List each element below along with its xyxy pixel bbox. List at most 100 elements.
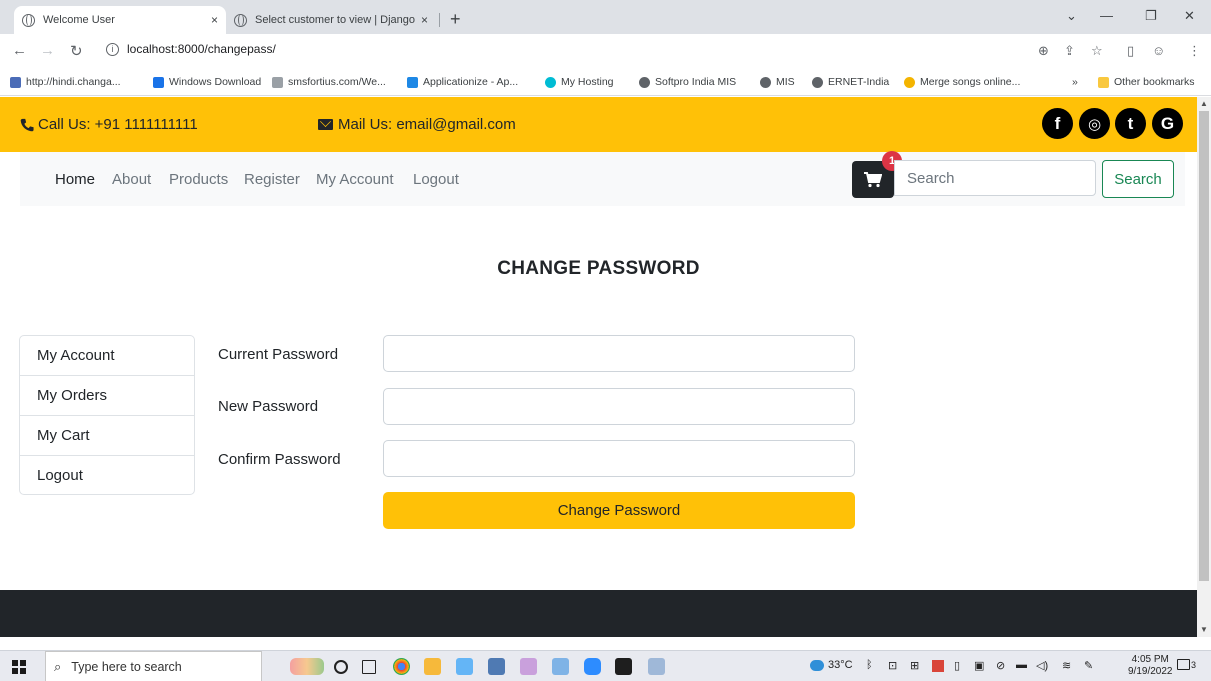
change-password-button[interactable]: Change Password [383, 492, 855, 529]
bookmark-icon [760, 76, 771, 88]
close-tab-icon[interactable]: × [211, 13, 218, 27]
side-item-my-orders[interactable]: My Orders [20, 376, 194, 416]
info-icon[interactable]: i [106, 42, 119, 56]
facebook-icon[interactable]: f [1042, 108, 1073, 139]
minimize-icon[interactable]: — [1100, 8, 1113, 23]
bookmarks-overflow[interactable]: » [1072, 76, 1078, 88]
notification-icon [1177, 659, 1190, 670]
forward-icon[interactable]: → [40, 42, 55, 59]
page-scrollbar[interactable]: ▲ ▼ [1197, 97, 1211, 637]
close-window-icon[interactable]: ✕ [1184, 8, 1195, 24]
new-password-label: New Password [218, 398, 319, 415]
side-item-my-account[interactable]: My Account [20, 336, 194, 376]
tray-app-icon[interactable]: ▣ [974, 659, 984, 672]
bookmark-star-icon[interactable]: ☆ [1091, 43, 1103, 59]
taskbar-search[interactable]: ⌕ Type here to search [45, 651, 262, 681]
search-button[interactable]: Search [1102, 160, 1174, 198]
app-icon[interactable] [552, 658, 569, 675]
notification-center[interactable]: 3 [1177, 659, 1196, 670]
contact-strip: Call Us: +91 1111111111 Mail Us: email@g… [0, 97, 1197, 152]
bluetooth-icon[interactable]: ᛒ [866, 659, 873, 671]
weather-widget[interactable]: 33°C [810, 659, 853, 671]
file-explorer-icon[interactable] [424, 658, 441, 675]
maximize-icon[interactable]: ❐ [1145, 8, 1157, 24]
bookmark-item[interactable]: Windows Download [153, 76, 261, 88]
scroll-up-icon[interactable]: ▲ [1200, 99, 1208, 108]
tray-app-icon[interactable]: ⊡ [888, 659, 897, 672]
tray-app-icon[interactable]: ⊘ [996, 659, 1005, 672]
profile-icon[interactable]: ☺ [1152, 43, 1165, 58]
side-item-my-cart[interactable]: My Cart [20, 416, 194, 456]
close-tab-icon[interactable]: × [421, 13, 428, 27]
app-icon[interactable] [456, 658, 473, 675]
battery-icon[interactable]: ▬ [1016, 659, 1027, 671]
volume-icon[interactable]: ◁) [1036, 659, 1048, 672]
current-password-field[interactable] [383, 335, 855, 372]
back-icon[interactable]: ← [12, 42, 27, 59]
confirm-password-label: Confirm Password [218, 451, 341, 468]
nav-my-account[interactable]: My Account [316, 171, 394, 188]
tray-app-icon[interactable]: ▯ [954, 659, 960, 672]
paint-icon[interactable] [520, 658, 537, 675]
side-panel-icon[interactable]: ▯ [1127, 43, 1134, 59]
bookmark-icon [904, 76, 915, 88]
phone-icon [20, 118, 34, 131]
mail-text: Mail Us: email@gmail.com [338, 116, 516, 133]
instagram-icon[interactable]: ◎ [1079, 108, 1110, 139]
ink-workspace-icon[interactable]: ✎ [1084, 659, 1093, 672]
nav-home[interactable]: Home [55, 171, 95, 188]
pycharm-icon[interactable] [615, 658, 632, 675]
bookmark-item[interactable]: Applicationize - Ap... [407, 76, 518, 88]
windows-start-icon[interactable] [12, 660, 26, 674]
search-input[interactable] [894, 160, 1096, 196]
side-item-logout[interactable]: Logout [20, 456, 194, 496]
tray-app-icon[interactable] [932, 660, 944, 672]
new-password-field[interactable] [383, 388, 855, 425]
nav-products[interactable]: Products [169, 171, 228, 188]
bookmark-icon [272, 76, 283, 88]
bookmark-item[interactable]: Softpro India MIS [639, 76, 736, 88]
confirm-password-field[interactable] [383, 440, 855, 477]
new-tab-button[interactable]: + [450, 9, 461, 30]
zoom-app-icon[interactable] [584, 658, 601, 675]
network-icon[interactable]: ≋ [1062, 659, 1071, 672]
menu-icon[interactable]: ⋮ [1188, 43, 1201, 59]
nav-register[interactable]: Register [244, 171, 300, 188]
chrome-icon[interactable] [393, 658, 410, 675]
bookmark-icon [10, 76, 21, 88]
reload-icon[interactable]: ↻ [70, 42, 83, 60]
bookmarks-bar: http://hindi.changa... Windows Download … [0, 70, 1211, 96]
search-icon: ⌕ [54, 658, 62, 674]
twitter-icon[interactable]: t [1115, 108, 1146, 139]
task-view-icon[interactable] [362, 660, 376, 674]
scroll-thumb[interactable] [1199, 111, 1209, 581]
app-icon[interactable] [648, 658, 665, 675]
envelope-icon [318, 119, 333, 130]
bookmark-item[interactable]: http://hindi.changa... [10, 76, 121, 88]
bookmark-item[interactable]: My Hosting [545, 76, 614, 88]
url-field[interactable]: i localhost:8000/changepass/ [106, 42, 276, 56]
bookmark-item[interactable]: Merge songs online... [904, 76, 1020, 88]
url-text: localhost:8000/changepass/ [127, 42, 276, 56]
bookmark-icon [545, 76, 556, 88]
cart-icon [864, 171, 882, 187]
system-clock[interactable]: 4:05 PM 9/19/2022 [1128, 654, 1173, 678]
tab-select-customer[interactable]: Select customer to view | Django × [226, 6, 436, 34]
nav-logout[interactable]: Logout [413, 171, 459, 188]
tab-welcome-user[interactable]: Welcome User × [14, 6, 226, 34]
share-icon[interactable]: ⇪ [1064, 43, 1075, 59]
scroll-down-icon[interactable]: ▼ [1200, 625, 1208, 634]
tab-search-icon[interactable]: ⌄ [1066, 8, 1077, 24]
bookmark-item[interactable]: smsfortius.com/We... [272, 76, 386, 88]
bookmark-item[interactable]: MIS [760, 76, 795, 88]
other-bookmarks[interactable]: Other bookmarks [1098, 76, 1195, 88]
tray-app-icon[interactable]: ⊞ [910, 659, 919, 672]
google-icon[interactable]: G [1152, 108, 1183, 139]
bookmark-item[interactable]: ERNET-India [812, 76, 889, 88]
search-highlight-icon[interactable] [290, 658, 324, 675]
cortana-icon[interactable] [334, 660, 348, 674]
nav-about[interactable]: About [112, 171, 151, 188]
app-icon[interactable] [488, 658, 505, 675]
zoom-icon[interactable]: ⊕ [1038, 43, 1049, 59]
call-text: Call Us: +91 1111111111 [38, 116, 198, 133]
